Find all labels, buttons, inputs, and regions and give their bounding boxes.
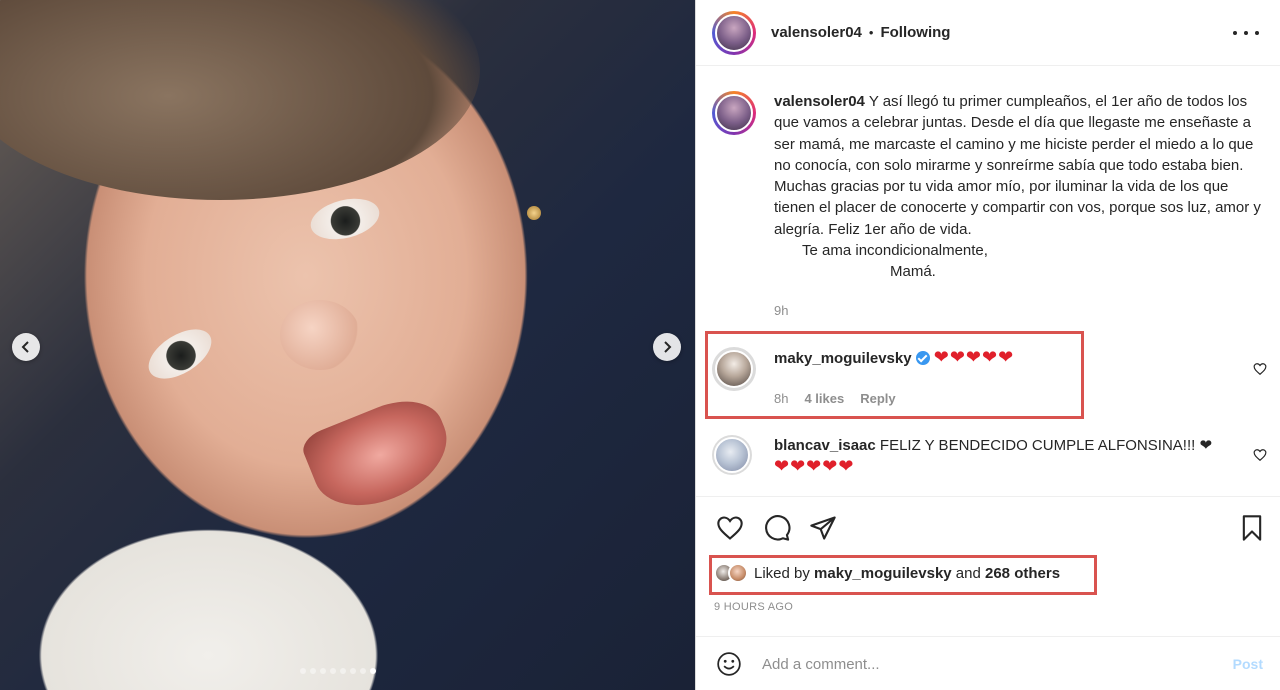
post-timestamp[interactable]: 9 HOURS AGO bbox=[714, 601, 793, 613]
post-actions bbox=[696, 498, 1280, 558]
post-details-panel: valensoler04 • Following valensoler04 Y … bbox=[695, 0, 1280, 690]
caption-sign-line1: Te ama incondicionalmente, bbox=[802, 242, 988, 260]
bookmark-icon[interactable] bbox=[1238, 514, 1266, 542]
caption-sign-line2: Mamá. bbox=[890, 263, 936, 281]
carousel-dot bbox=[350, 668, 356, 674]
author-avatar[interactable] bbox=[712, 10, 756, 55]
commenter-username[interactable]: blancav_isaac bbox=[774, 437, 876, 454]
header-separator: • bbox=[868, 25, 874, 40]
commenter-avatar[interactable] bbox=[712, 435, 752, 475]
carousel-dot bbox=[310, 668, 316, 674]
annotation-highlight-likes bbox=[709, 555, 1097, 595]
following-button[interactable]: Following bbox=[880, 24, 950, 41]
chevron-left-icon bbox=[21, 341, 29, 353]
caption-avatar[interactable] bbox=[712, 91, 756, 135]
carousel-dot bbox=[340, 668, 346, 674]
previous-slide-button[interactable] bbox=[12, 333, 40, 361]
carousel-dot bbox=[330, 668, 336, 674]
more-options-icon[interactable] bbox=[1233, 22, 1259, 44]
caption-time[interactable]: 9h bbox=[774, 303, 788, 318]
add-comment-input[interactable] bbox=[762, 653, 1202, 675]
like-heart-icon[interactable] bbox=[716, 514, 744, 542]
comment-composer: Post bbox=[696, 636, 1280, 690]
caption-username[interactable]: valensoler04 bbox=[774, 93, 865, 110]
photo-hair bbox=[0, 0, 480, 200]
comments-section: valensoler04 Y así llegó tu primer cumpl… bbox=[696, 67, 1280, 497]
carousel-indicator bbox=[300, 668, 376, 674]
chevron-right-icon bbox=[664, 341, 672, 353]
photo-eye-right bbox=[140, 319, 220, 389]
post-comment-button[interactable]: Post bbox=[1233, 656, 1263, 672]
caption-body: Y así llegó tu primer cumpleaños, el 1er… bbox=[774, 93, 1261, 238]
carousel-dot bbox=[300, 668, 306, 674]
photo-eye-left bbox=[306, 192, 384, 246]
next-slide-button[interactable] bbox=[653, 333, 681, 361]
caption-text: valensoler04 Y así llegó tu primer cumpl… bbox=[774, 91, 1270, 283]
carousel-dot bbox=[360, 668, 366, 674]
photo-nose bbox=[280, 300, 360, 370]
share-paper-plane-icon[interactable] bbox=[809, 514, 837, 542]
comment-like-heart-icon[interactable] bbox=[1253, 362, 1267, 376]
author-username[interactable]: valensoler04 bbox=[771, 24, 862, 41]
photo-mouth bbox=[298, 387, 462, 523]
post-photo bbox=[0, 0, 695, 690]
comment-item: blancav_isaac FELIZ Y BENDECIDO CUMPLE A… bbox=[712, 435, 1267, 478]
comment-body-line2: ❤❤❤❤❤ bbox=[774, 456, 855, 476]
carousel-dot bbox=[370, 668, 376, 674]
emoji-icon[interactable] bbox=[716, 651, 742, 677]
comment-like-heart-icon[interactable] bbox=[1253, 448, 1267, 462]
carousel-dot bbox=[320, 668, 326, 674]
comment-bubble-icon[interactable] bbox=[763, 514, 791, 542]
post-header: valensoler04 • Following bbox=[696, 0, 1280, 66]
photo-earring bbox=[527, 206, 541, 220]
comment-text: blancav_isaac FELIZ Y BENDECIDO CUMPLE A… bbox=[774, 435, 1214, 478]
annotation-highlight-comment bbox=[705, 331, 1084, 419]
comment-body: FELIZ Y BENDECIDO CUMPLE ALFONSINA!!! ❤ bbox=[879, 437, 1213, 454]
